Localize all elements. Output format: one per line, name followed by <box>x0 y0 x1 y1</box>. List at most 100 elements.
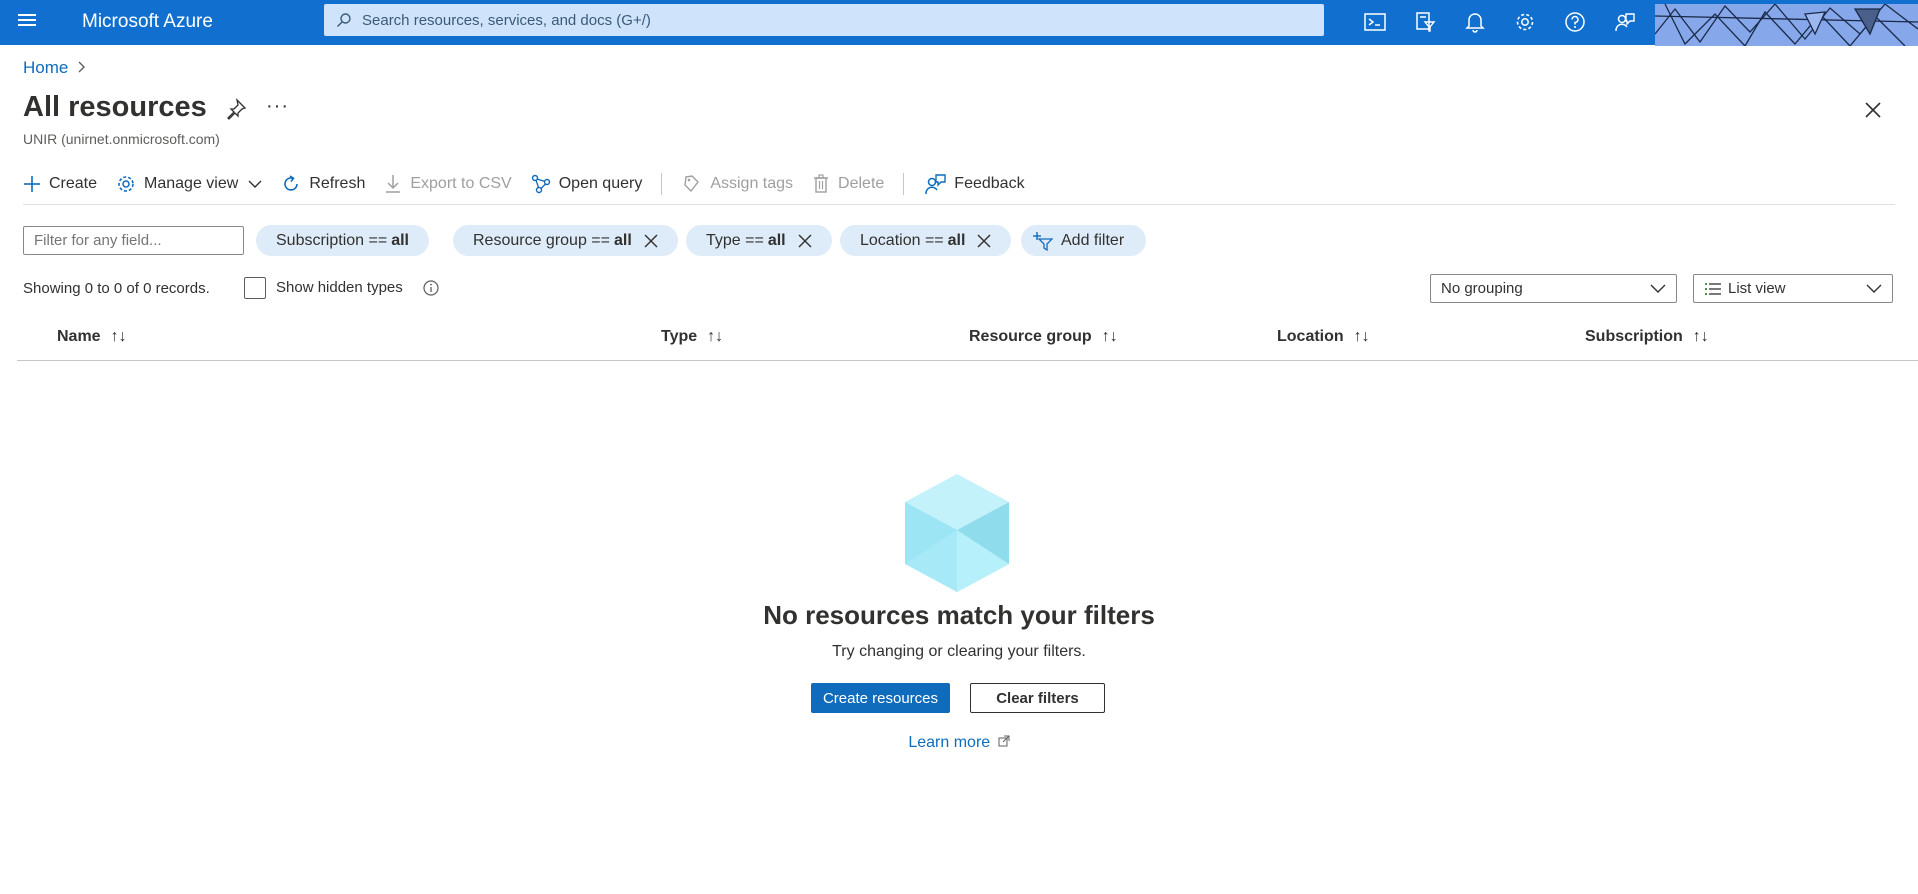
filter-pill-value: all <box>613 231 632 249</box>
refresh-label: Refresh <box>309 175 366 192</box>
add-filter-icon <box>1033 231 1053 251</box>
learn-more-link[interactable]: Learn more <box>0 734 1918 752</box>
filter-pill-location[interactable]: Location == all <box>840 225 1012 256</box>
filter-pill-value: all <box>391 231 409 249</box>
refresh-icon <box>284 175 299 191</box>
remove-filter-icon[interactable] <box>798 234 812 248</box>
show-hidden-types-label: Show hidden types <box>276 279 403 296</box>
feedback-button[interactable]: Feedback <box>924 173 1025 195</box>
column-header-label: Resource group <box>969 328 1092 345</box>
filter-pill-label: Location == <box>860 231 944 249</box>
assign-tags-label: Assign tags <box>710 175 794 192</box>
help-icon[interactable] <box>1550 8 1600 36</box>
topbar-icons <box>1350 8 1650 36</box>
feedback-label: Feedback <box>954 175 1025 192</box>
toolbar-divider-line <box>23 204 1895 205</box>
sort-icon: ↑↓ <box>1692 328 1709 345</box>
export-csv-label: Export to CSV <box>410 175 512 192</box>
add-filter-button[interactable]: Add filter <box>1021 225 1147 256</box>
sort-icon: ↑↓ <box>707 328 724 345</box>
resource-cube-icon <box>905 474 1009 592</box>
refresh-button[interactable]: Refresh <box>281 174 365 194</box>
search-input[interactable]: Search resources, services, and docs (G+… <box>324 4 1324 36</box>
plus-icon <box>24 176 40 192</box>
create-resources-button[interactable]: Create resources <box>811 683 950 713</box>
toolbar-divider <box>903 173 905 195</box>
add-filter-label: Add filter <box>1061 231 1125 249</box>
chevron-down-icon <box>1866 284 1882 293</box>
chevron-down-icon <box>1650 284 1666 293</box>
filter-pill-subscription[interactable]: Subscription == all <box>256 225 429 256</box>
column-header-label: Location <box>1277 328 1344 345</box>
settings-icon[interactable] <box>1500 8 1550 36</box>
open-query-button[interactable]: Open query <box>531 174 643 194</box>
manage-view-label: Manage view <box>144 175 239 192</box>
manage-view-button[interactable]: Manage view <box>116 174 262 194</box>
filter-pill-label: Subscription == <box>276 231 388 249</box>
column-header-name[interactable]: Name ↑↓ <box>57 328 127 346</box>
column-header-location[interactable]: Location ↑↓ <box>1277 328 1370 346</box>
filter-pill-type[interactable]: Type == all <box>686 225 832 256</box>
filter-pill-label: Type == <box>706 231 764 249</box>
column-header-type[interactable]: Type ↑↓ <box>661 328 723 346</box>
grouping-dropdown[interactable]: No grouping <box>1430 274 1677 303</box>
show-hidden-types-checkbox[interactable] <box>244 277 266 299</box>
tag-icon <box>684 175 700 193</box>
list-icon <box>1705 282 1721 295</box>
filter-pill-value: all <box>947 231 966 249</box>
column-header-label: Subscription <box>1585 328 1683 345</box>
assign-tags-button[interactable]: Assign tags <box>682 174 793 194</box>
create-button[interactable]: Create <box>23 175 97 193</box>
column-header-label: Type <box>661 328 698 345</box>
close-icon[interactable] <box>1862 99 1884 121</box>
remove-filter-icon[interactable] <box>977 234 991 248</box>
filter-pill-label: Resource group == <box>473 231 610 249</box>
trash-icon <box>814 174 829 193</box>
info-icon[interactable] <box>423 280 439 296</box>
query-icon <box>531 174 550 194</box>
more-options-button[interactable]: ··· <box>266 95 289 118</box>
brand-title[interactable]: Microsoft Azure <box>82 11 213 33</box>
sort-icon: ↑↓ <box>1101 328 1118 345</box>
top-bar: Microsoft Azure Search resources, servic… <box>0 0 1918 46</box>
table-header-divider <box>17 360 1918 361</box>
filter-pill-value: all <box>767 231 786 249</box>
download-icon <box>386 175 401 193</box>
search-placeholder: Search resources, services, and docs (G+… <box>362 11 651 29</box>
menu-icon[interactable] <box>18 11 40 33</box>
view-value: List view <box>1728 280 1786 297</box>
feedback-icon <box>925 174 946 195</box>
external-link-icon <box>998 735 1010 747</box>
learn-more-label: Learn more <box>908 734 991 751</box>
sort-icon: ↑↓ <box>1353 328 1370 345</box>
open-query-label: Open query <box>558 175 643 192</box>
sort-icon: ↑↓ <box>110 328 127 345</box>
pin-icon[interactable] <box>225 98 247 120</box>
filter-input[interactable] <box>23 226 244 255</box>
page-title: All resources <box>23 91 207 123</box>
export-csv-button[interactable]: Export to CSV <box>384 174 512 194</box>
empty-state-title: No resources match your filters <box>763 600 1155 630</box>
breadcrumb: Home <box>23 58 86 78</box>
column-header-resource-group[interactable]: Resource group ↑↓ <box>969 328 1118 346</box>
column-header-subscription[interactable]: Subscription ↑↓ <box>1585 328 1709 346</box>
breadcrumb-home[interactable]: Home <box>23 58 68 78</box>
toolbar-divider <box>661 173 663 195</box>
clear-filters-button[interactable]: Clear filters <box>970 683 1105 713</box>
notifications-icon[interactable] <box>1450 8 1500 36</box>
create-label: Create <box>49 175 98 192</box>
cloud-shell-icon[interactable] <box>1350 8 1400 36</box>
view-dropdown[interactable]: List view <box>1693 274 1893 303</box>
account-avatar[interactable] <box>1655 4 1918 46</box>
column-header-label: Name <box>57 328 101 345</box>
directory-filter-icon[interactable] <box>1400 8 1450 36</box>
delete-button[interactable]: Delete <box>812 174 884 194</box>
page-subtitle: UNIR (unirnet.onmicrosoft.com) <box>23 131 220 147</box>
command-bar: Create Manage view Refresh Export to CSV… <box>23 170 1044 198</box>
records-summary: Showing 0 to 0 of 0 records. <box>23 280 210 297</box>
feedback-icon[interactable] <box>1600 8 1650 36</box>
remove-filter-icon[interactable] <box>644 234 658 248</box>
delete-label: Delete <box>838 175 885 192</box>
empty-state-subtitle: Try changing or clearing your filters. <box>832 643 1086 660</box>
filter-pill-resource-group[interactable]: Resource group == all <box>453 225 678 256</box>
